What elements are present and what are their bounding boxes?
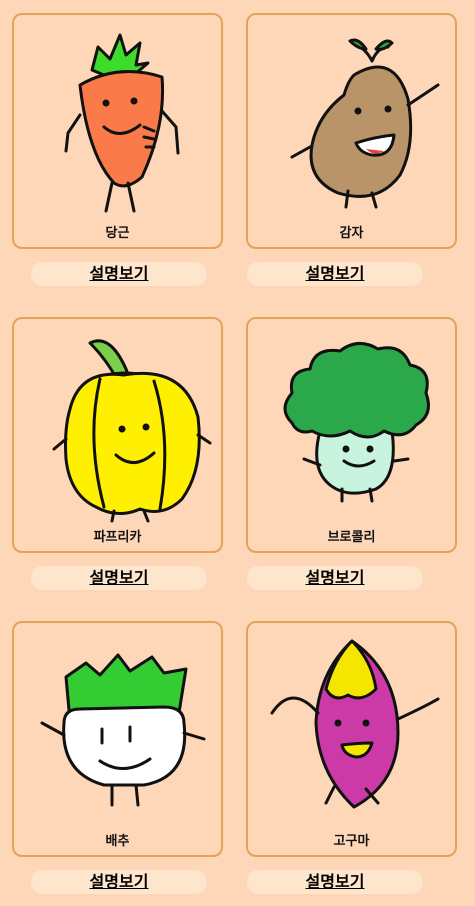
vegetable-card-broccoli[interactable]: 브로콜리 bbox=[246, 317, 457, 553]
view-description-button-paprika[interactable]: 설명보기 bbox=[31, 566, 207, 590]
vegetable-name: 고구마 bbox=[333, 834, 370, 849]
vegetable-name: 당근 bbox=[105, 226, 130, 241]
vegetable-card-paprika[interactable]: 파프리카 bbox=[12, 317, 223, 553]
view-description-button-carrot[interactable]: 설명보기 bbox=[31, 262, 207, 286]
napa-cabbage-character-icon bbox=[40, 653, 206, 807]
vegetable-name: 배추 bbox=[105, 834, 130, 849]
vegetable-card-potato[interactable]: 감자 bbox=[246, 13, 457, 249]
potato-character-icon bbox=[290, 38, 440, 209]
view-description-button-broccoli[interactable]: 설명보기 bbox=[247, 566, 423, 590]
carrot-character-icon bbox=[64, 33, 180, 213]
vegetable-card-napa-cabbage[interactable]: 배추 bbox=[12, 621, 223, 857]
view-description-button-potato[interactable]: 설명보기 bbox=[247, 262, 423, 286]
vegetable-name: 브로콜리 bbox=[327, 530, 376, 545]
broccoli-character-icon bbox=[283, 342, 430, 503]
paprika-character-icon bbox=[52, 339, 212, 523]
vegetable-name: 파프리카 bbox=[93, 530, 142, 545]
sweet-potato-character-icon bbox=[270, 639, 440, 809]
view-description-button-sweet-potato[interactable]: 설명보기 bbox=[247, 870, 423, 894]
vegetable-name: 감자 bbox=[339, 226, 364, 241]
view-description-button-napa-cabbage[interactable]: 설명보기 bbox=[31, 870, 207, 894]
vegetable-card-carrot[interactable]: 당근 bbox=[12, 13, 223, 249]
vegetable-card-sweet-potato[interactable]: 고구마 bbox=[246, 621, 457, 857]
